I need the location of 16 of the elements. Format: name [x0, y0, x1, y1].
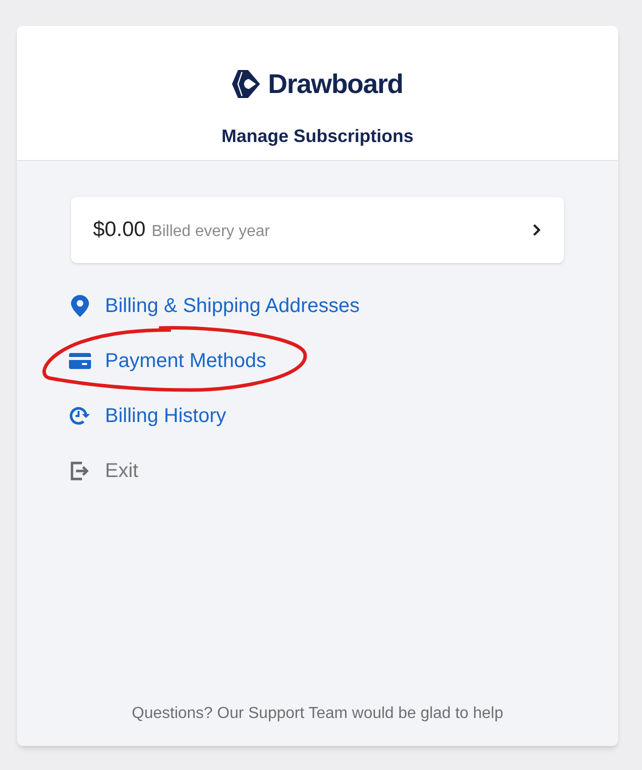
- clock-arrow-icon: [69, 406, 91, 426]
- credit-card-icon: [69, 353, 91, 369]
- plan-price: $0.00: [93, 217, 146, 244]
- support-text: Questions? Our Support Team would be glad to help: [132, 704, 504, 724]
- logo-icon: [232, 70, 262, 98]
- brand-name: Drawboard: [268, 68, 403, 101]
- plan-summary-button[interactable]: $0.00 Billed every year: [71, 197, 564, 263]
- exit-icon: [69, 460, 91, 482]
- billing-period: Billed every year: [152, 222, 270, 242]
- menu-link[interactable]: Billing History: [69, 403, 226, 429]
- menu-link[interactable]: Exit: [69, 458, 138, 484]
- page-title: Manage Subscriptions: [221, 124, 414, 148]
- menu-link[interactable]: Billing & Shipping Addresses: [69, 293, 360, 319]
- map-pin-icon: [71, 295, 89, 317]
- chevron-right-icon: [532, 223, 542, 237]
- menu-link[interactable]: Payment Methods: [69, 348, 266, 374]
